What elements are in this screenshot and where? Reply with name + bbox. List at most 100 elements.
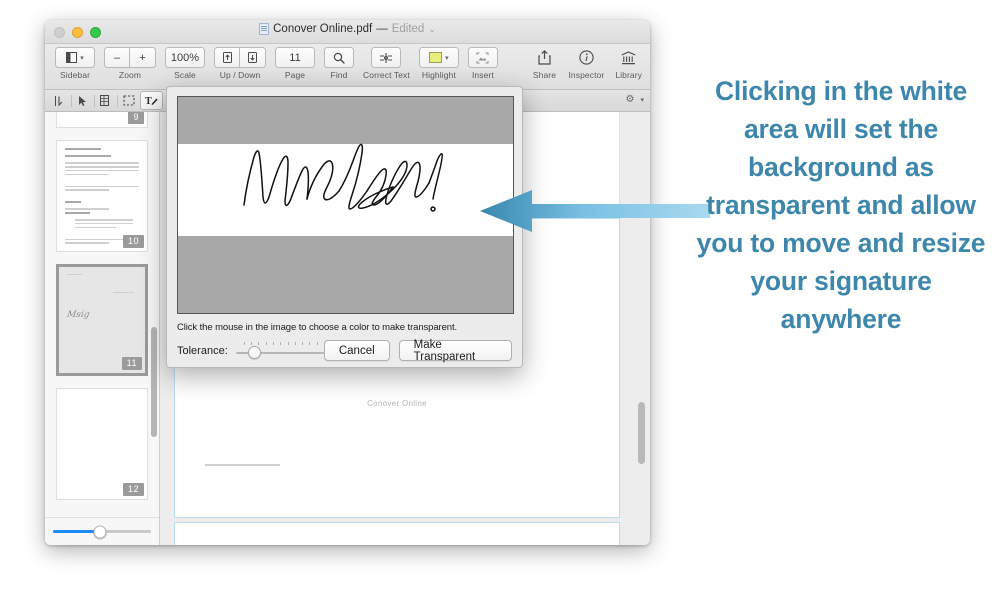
info-icon: [579, 50, 594, 65]
page-updown-control[interactable]: [214, 47, 266, 68]
annotation-tool-group: T: [45, 90, 163, 112]
toolbar-label-insert: Insert: [471, 70, 494, 80]
toolbar-item-page[interactable]: 11 Page: [275, 47, 315, 80]
edited-status: Edited: [391, 23, 425, 35]
thumbnail-content: Msig: [59, 267, 145, 327]
page-number-badge: 10: [122, 235, 144, 248]
gear-icon[interactable]: ⚙: [626, 94, 635, 105]
search-icon: [333, 52, 345, 64]
inspector-button[interactable]: [573, 47, 599, 68]
screenshot-root: Conover Online.pdf — Edited ⌄ ▾ Sidebar: [0, 0, 1000, 602]
toolbar-right-group: Share Inspector Library: [531, 47, 642, 80]
thumbnail-zoom-slider[interactable]: [53, 525, 151, 538]
toolbar-label-updown: Up / Down: [219, 70, 261, 80]
thumbnail-page-9[interactable]: 9: [56, 112, 148, 128]
chevron-down-icon: ▾: [80, 54, 84, 62]
image-preview-well[interactable]: [177, 96, 514, 314]
thumbnail-page-10[interactable]: 10: [56, 140, 148, 252]
rectangular-selection-icon: [122, 95, 135, 106]
page-up-button[interactable]: [214, 47, 240, 68]
arrow-cursor-icon: [79, 95, 86, 106]
toolbar-left-group: ▾ Sidebar – + Zoom 100% Scale Up / Down …: [55, 47, 498, 80]
zoom-in-button[interactable]: +: [130, 47, 156, 68]
tolerance-knob[interactable]: [247, 345, 261, 359]
window-title: Conover Online.pdf: [273, 23, 373, 35]
title-dash: —: [376, 23, 388, 35]
make-transparent-dialog: Click the mouse in the image to choose a…: [166, 86, 523, 368]
correct-text-icon: [380, 52, 393, 63]
toolbar-label-highlight: Highlight: [421, 70, 456, 80]
scale-value[interactable]: 100%: [165, 47, 205, 68]
sidebar-button[interactable]: ▾: [55, 47, 95, 68]
toolbar-label-page: Page: [284, 70, 306, 80]
toolbar-item-library[interactable]: Library: [615, 47, 642, 80]
toolbar-item-scale[interactable]: 100% Scale: [165, 47, 205, 80]
svg-text:T: T: [145, 96, 152, 107]
page-down-button[interactable]: [240, 47, 266, 68]
toolbar-item-updown[interactable]: Up / Down: [214, 47, 266, 80]
tolerance-tick-marks: [243, 341, 318, 346]
sidebar-scrollbar[interactable]: [151, 327, 157, 437]
insert-image-icon: [476, 52, 489, 63]
text-select-tool-button[interactable]: [48, 91, 71, 111]
thumbnail-page-12[interactable]: 12: [56, 388, 148, 500]
toolbar-item-insert[interactable]: Insert: [467, 47, 498, 80]
callout-text: Clicking in the white area will set the …: [696, 76, 986, 334]
toolbar-label-share: Share: [532, 70, 557, 80]
rect-select-tool-button[interactable]: [117, 91, 140, 111]
toolbar-item-highlight[interactable]: ▾ Highlight: [418, 47, 459, 80]
chevron-down-icon[interactable]: ⌄: [428, 24, 436, 35]
toolbar-item-share[interactable]: Share: [531, 47, 557, 80]
correct-text-button[interactable]: [371, 47, 402, 68]
document-scrollbar[interactable]: [638, 402, 645, 464]
callout-arrow-icon: [480, 190, 710, 232]
toolbar-item-find[interactable]: Find: [324, 47, 354, 80]
make-transparent-button[interactable]: Make Transparent: [398, 339, 512, 363]
window-title-group: Conover Online.pdf — Edited ⌄: [45, 23, 650, 35]
toolbar-item-zoom[interactable]: – + Zoom: [104, 47, 156, 80]
toolbar-label-inspector: Inspector: [568, 70, 605, 80]
annotation-settings-group[interactable]: ⚙ ▾: [626, 94, 644, 105]
toolbar-item-sidebar[interactable]: ▾ Sidebar: [55, 47, 95, 80]
toolbar-item-inspector[interactable]: Inspector: [568, 47, 604, 80]
page-number-badge: 12: [122, 483, 144, 496]
page-number-badge: 11: [121, 357, 142, 370]
document-page-next: [174, 522, 620, 545]
share-button[interactable]: [531, 47, 557, 68]
signature-rule-line: [205, 464, 280, 466]
insert-button[interactable]: [467, 47, 498, 68]
document-signature-label: Conover Online: [367, 399, 427, 408]
arrow-select-tool-button[interactable]: [71, 91, 94, 111]
tolerance-slider[interactable]: [235, 341, 324, 360]
signature-image: [243, 143, 443, 212]
toolbar-label-find: Find: [330, 70, 348, 80]
page-number-field[interactable]: 11: [275, 47, 315, 68]
library-button[interactable]: [616, 47, 642, 68]
table-select-icon: [99, 95, 109, 106]
dialog-controls-row: Tolerance: Cancel Make Transparent: [177, 339, 512, 363]
sidebar-icon: [66, 52, 78, 63]
text-select-icon: [55, 95, 63, 106]
zoom-out-button[interactable]: –: [104, 47, 130, 68]
tolerance-label: Tolerance:: [177, 344, 228, 357]
find-button[interactable]: [324, 47, 354, 68]
zoom-segmented-control[interactable]: – +: [104, 47, 156, 68]
toolbar-label-correct-text: Correct Text: [363, 70, 410, 80]
text-annotation-tool-button[interactable]: T: [140, 91, 163, 110]
page-down-icon: [248, 52, 257, 63]
pdf-document-icon: [259, 23, 270, 35]
toolbar-item-correct-text[interactable]: Correct Text: [363, 47, 410, 80]
page-number-badge: 9: [128, 112, 144, 124]
thumbnail-page-11[interactable]: Msig 11: [56, 264, 148, 376]
chevron-down-icon[interactable]: ▾: [640, 96, 644, 104]
slider-knob[interactable]: [93, 525, 107, 538]
thumbnail-signature: Msig: [66, 309, 91, 320]
main-toolbar: ▾ Sidebar – + Zoom 100% Scale Up / Down …: [45, 44, 650, 90]
table-select-tool-button[interactable]: [94, 91, 117, 111]
cancel-button[interactable]: Cancel: [323, 340, 390, 361]
toolbar-label-scale: Scale: [174, 70, 196, 80]
toolbar-label-library: Library: [615, 70, 642, 80]
highlight-button[interactable]: ▾: [418, 47, 459, 68]
page-up-icon: [222, 52, 232, 63]
thumbnail-zoom-slider-bar: [45, 517, 159, 545]
